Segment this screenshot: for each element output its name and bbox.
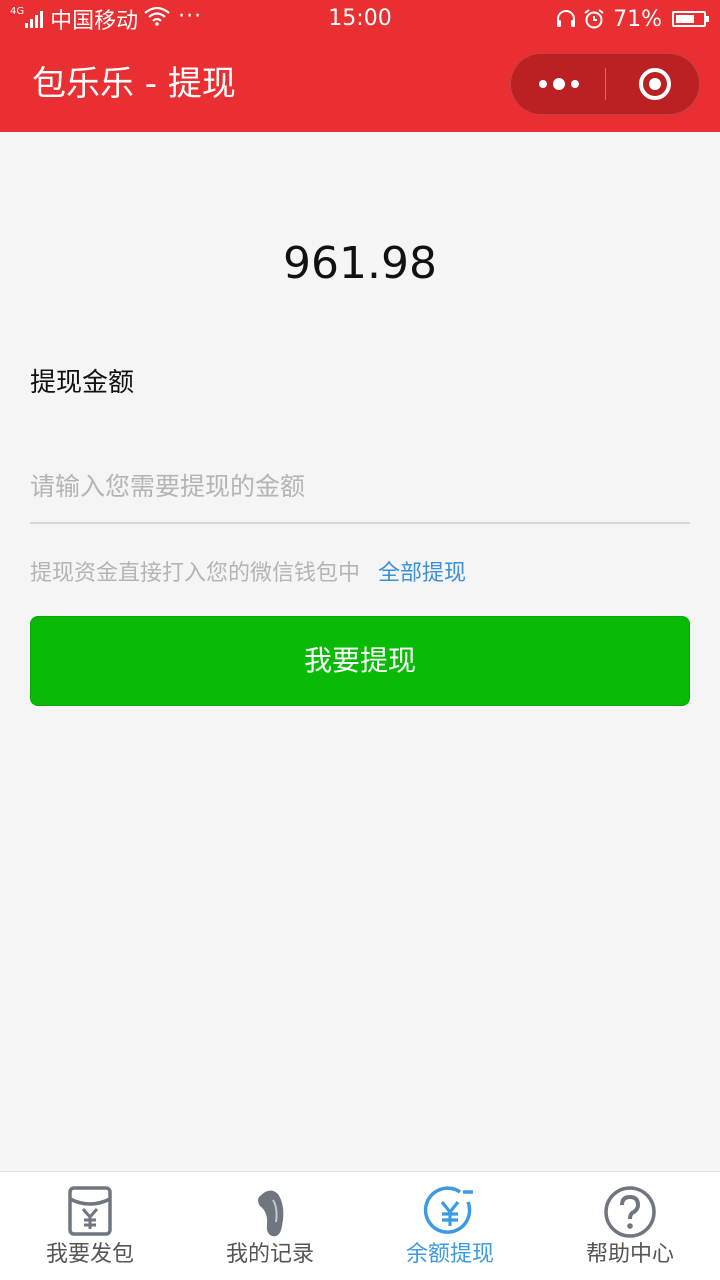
record-icon [258, 1190, 284, 1237]
tab-label: 帮助中心 [585, 1242, 674, 1267]
capsule-divider [605, 68, 606, 100]
battery-percent: 71% [613, 6, 662, 32]
top-bar: 4G 中国移动 ··· 15:00 71% 包乐乐 - 提现 [0, 0, 720, 132]
status-bar: 4G 中国移动 ··· 15:00 71% [0, 0, 720, 38]
alarm-icon [584, 9, 604, 29]
yuan-withdraw-icon [423, 1186, 473, 1234]
headset-icon [557, 10, 576, 27]
amount-label: 提现金额 [30, 368, 135, 398]
battery-icon [672, 11, 709, 27]
tab-send-packet[interactable]: 我要发包 [0, 1172, 180, 1280]
tab-my-records[interactable]: 我的记录 [180, 1172, 360, 1280]
status-right: 71% [555, 5, 709, 33]
close-circle-icon[interactable] [607, 54, 699, 114]
tab-help-center[interactable]: 帮助中心 [540, 1172, 720, 1280]
tab-label: 我的记录 [225, 1242, 314, 1267]
amount-input[interactable] [30, 450, 690, 524]
withdraw-hint: 提现资金直接打入您的微信钱包中 [30, 561, 361, 586]
mini-program-capsule [510, 53, 700, 115]
tab-bar: 我要发包 我的记录 余额提现 帮助中心 [0, 1171, 720, 1280]
balance-amount: 961.98 [283, 238, 437, 289]
withdraw-all-link[interactable]: 全部提现 [378, 555, 466, 587]
tab-balance-withdraw[interactable]: 余额提现 [360, 1172, 540, 1280]
tab-label: 余额提现 [405, 1242, 494, 1267]
red-packet-icon [68, 1186, 112, 1236]
help-icon [604, 1186, 656, 1238]
withdraw-button[interactable]: 我要提现 [30, 616, 690, 706]
more-dots-icon[interactable] [511, 54, 605, 114]
hint-row: 提现资金直接打入您的微信钱包中 全部提现 [30, 555, 466, 587]
page-title: 包乐乐 - 提现 [32, 64, 236, 104]
tab-label: 我要发包 [45, 1242, 134, 1267]
